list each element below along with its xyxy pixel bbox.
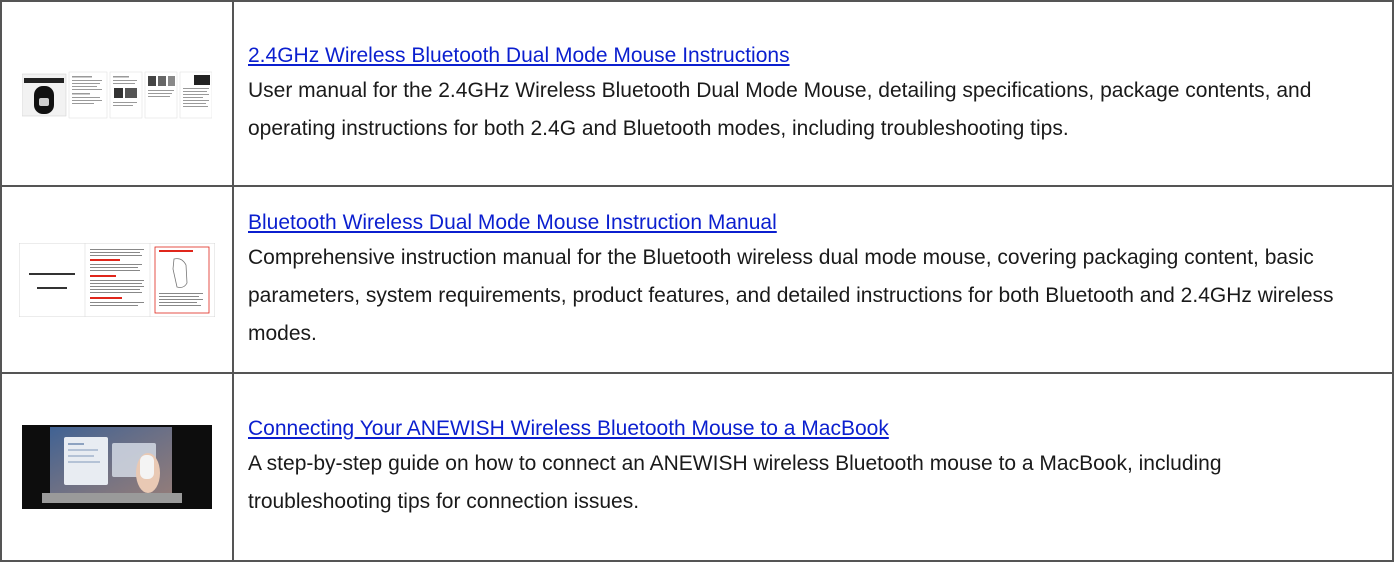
video-frame-thumbnail[interactable] [2,399,232,535]
thumbnail-cell [0,185,234,374]
table-row: Connecting Your ANEWISH Wireless Bluetoo… [0,372,1394,562]
result-title-link[interactable]: 2.4GHz Wireless Bluetooth Dual Mode Mous… [248,40,790,72]
instruction-manual-thumbnail[interactable] [2,242,232,317]
result-description: User manual for the 2.4GHz Wireless Blue… [248,78,1312,140]
table-row: Bluetooth Wireless Dual Mode Mouse Instr… [0,185,1394,374]
result-description: A step-by-step guide on how to connect a… [248,452,1222,513]
thumbnail-cell [0,372,234,562]
result-text-cell: Bluetooth Wireless Dual Mode Mouse Instr… [232,185,1394,374]
result-title-link[interactable]: Bluetooth Wireless Dual Mode Mouse Instr… [248,207,777,239]
table-row: 2.4GHz Wireless Bluetooth Dual Mode Mous… [0,0,1394,187]
result-title-link[interactable]: Connecting Your ANEWISH Wireless Bluetoo… [248,413,889,445]
result-description: Comprehensive instruction manual for the… [248,245,1334,345]
result-text-cell: 2.4GHz Wireless Bluetooth Dual Mode Mous… [232,0,1394,187]
manual-pages-thumbnail[interactable] [2,65,232,122]
results-table: 2.4GHz Wireless Bluetooth Dual Mode Mous… [0,0,1394,562]
thumbnail-cell [0,0,234,187]
result-text-cell: Connecting Your ANEWISH Wireless Bluetoo… [232,372,1394,562]
